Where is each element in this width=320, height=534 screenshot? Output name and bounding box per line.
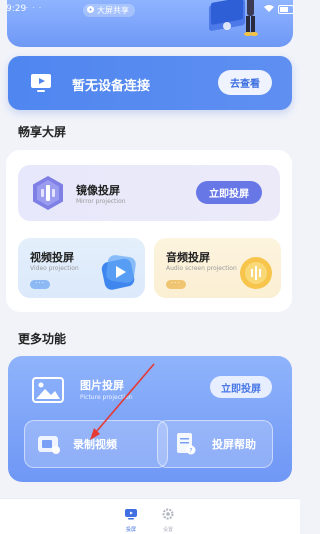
record-video-icon bbox=[38, 436, 60, 454]
mirror-subtitle: Mirror projection bbox=[76, 198, 126, 205]
audio-subtitle: Audio screen projection bbox=[166, 265, 237, 272]
mirror-start-button[interactable]: 立即投屏 bbox=[196, 181, 262, 204]
picture-title: 图片投屏 bbox=[80, 379, 124, 392]
nav-cast-label: 投屏 bbox=[125, 527, 136, 533]
status-time: 9:29 bbox=[6, 4, 27, 14]
share-section-title: 畅享大屏 bbox=[18, 125, 67, 139]
status-bar: 9:29 · · · bbox=[0, 0, 300, 18]
picture-icon bbox=[32, 377, 64, 403]
more-features-panel: 图片投屏 Picture projection 立即投屏 录制视频 ? 投屏帮助 bbox=[8, 356, 292, 482]
cast-help-tile[interactable]: ? 投屏帮助 bbox=[157, 420, 273, 468]
audio-wave-icon bbox=[240, 257, 272, 289]
nav-settings-tab[interactable]: 设置 bbox=[153, 505, 183, 533]
mirror-icon bbox=[33, 176, 63, 210]
nav-cast-tab[interactable]: 投屏 bbox=[116, 505, 146, 533]
nav-settings-label: 设置 bbox=[162, 527, 173, 533]
more-section-title: 更多功能 bbox=[18, 332, 67, 346]
video-play-icon bbox=[101, 255, 136, 290]
audio-projection-card[interactable]: 音频投屏 Audio screen projection ··· bbox=[154, 238, 281, 298]
no-device-card: 暂无设备连接 去查看 bbox=[8, 56, 292, 110]
video-more-pill: ··· bbox=[30, 280, 50, 289]
status-dots: · · · bbox=[26, 4, 43, 12]
mirror-projection-card[interactable]: 镜像投屏 Mirror projection 立即投屏 bbox=[18, 165, 280, 221]
video-title: 视频投屏 bbox=[30, 251, 74, 264]
record-video-label: 录制视频 bbox=[73, 438, 117, 451]
gear-icon bbox=[162, 508, 174, 520]
device-status-text: 暂无设备连接 bbox=[72, 79, 151, 94]
cast-help-label: 投屏帮助 bbox=[212, 438, 256, 451]
wifi-icon bbox=[264, 4, 274, 15]
audio-title: 音频投屏 bbox=[166, 251, 210, 264]
picture-start-button[interactable]: 立即投屏 bbox=[210, 376, 272, 398]
help-document-icon: ? bbox=[177, 433, 196, 455]
cast-icon bbox=[125, 509, 137, 520]
audio-more-pill: ··· bbox=[166, 280, 186, 289]
video-subtitle: Video projection bbox=[30, 265, 79, 272]
bottom-nav: 投屏 设置 bbox=[0, 498, 300, 534]
video-projection-card[interactable]: 视频投屏 Video projection ··· bbox=[18, 238, 145, 298]
mirror-title: 镜像投屏 bbox=[76, 184, 120, 197]
record-video-tile[interactable]: 录制视频 bbox=[24, 420, 168, 468]
svg-text:?: ? bbox=[189, 448, 192, 455]
tv-icon bbox=[31, 74, 51, 92]
view-devices-button[interactable]: 去查看 bbox=[218, 70, 272, 95]
picture-subtitle: Picture projection bbox=[80, 394, 133, 401]
battery-icon bbox=[278, 5, 294, 14]
